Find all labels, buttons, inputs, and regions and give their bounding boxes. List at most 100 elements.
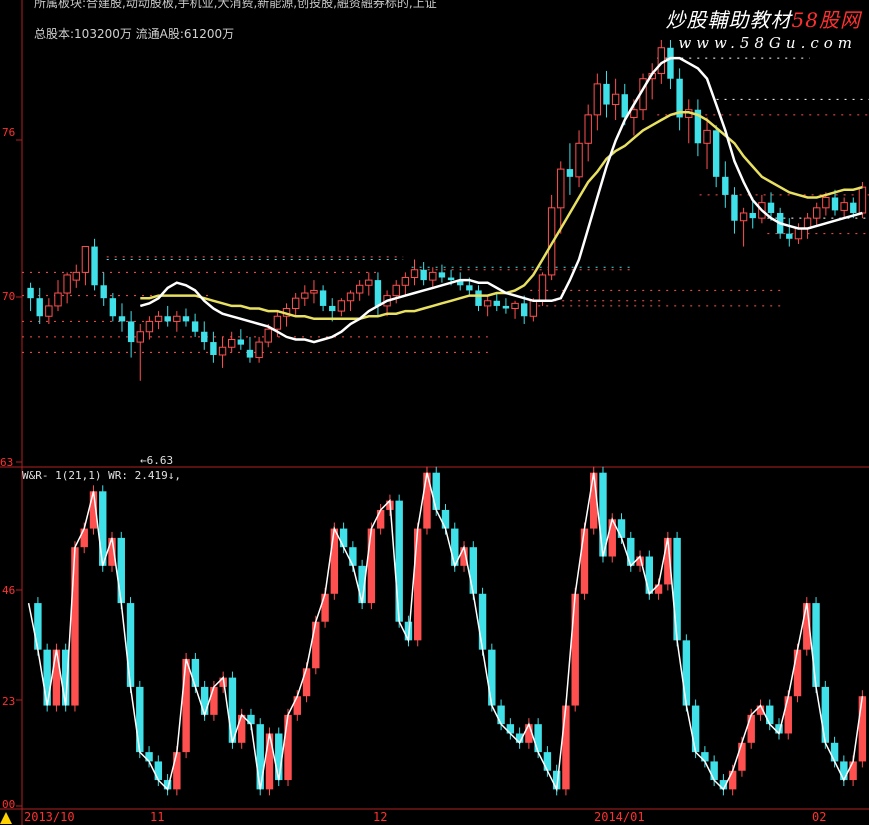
- y-tick-label: 76: [2, 126, 16, 139]
- candle-body: [858, 186, 867, 214]
- candle-body: [521, 303, 528, 317]
- x-tick-label: 02: [812, 810, 827, 824]
- candle-body: [731, 194, 738, 221]
- candle-body: [54, 292, 62, 307]
- wr-tick-label: 00: [2, 798, 16, 811]
- candle-body: [301, 292, 309, 299]
- candle-body: [136, 331, 144, 343]
- candle-body: [584, 114, 592, 144]
- candle-body: [429, 271, 437, 281]
- watermark-url: www.58Gu.com: [678, 34, 857, 52]
- candle-body: [291, 297, 300, 310]
- candle-body: [529, 300, 538, 317]
- candle-body: [191, 321, 199, 332]
- candle-body: [91, 246, 98, 286]
- candle-body: [355, 284, 364, 294]
- candle-body: [667, 47, 674, 79]
- stock-chart-canvas: [0, 0, 869, 825]
- candle-body: [218, 346, 227, 356]
- candle-body: [420, 269, 427, 281]
- candle-body: [392, 284, 400, 297]
- share-capital: 总股本:103200万 流通A股:61200万: [34, 27, 235, 41]
- williams-r-bars: [27, 466, 867, 796]
- candle-body: [255, 341, 263, 359]
- candle-body: [438, 272, 446, 278]
- candle-body: [786, 233, 793, 239]
- candle-body: [329, 305, 336, 312]
- candle-body: [566, 169, 574, 177]
- candle-body: [109, 298, 117, 317]
- candle-body: [840, 202, 848, 211]
- candle-body: [557, 168, 565, 209]
- indicator-title: W&R- 1(21,1) WR: 2.419↓,: [22, 469, 181, 482]
- candle-body: [475, 290, 482, 306]
- candle-body: [310, 289, 318, 294]
- candle-body: [100, 285, 107, 299]
- candle-body: [483, 300, 492, 307]
- candle-body: [145, 320, 154, 333]
- y-tick-label: 63: [0, 456, 14, 469]
- candle-body: [593, 83, 602, 116]
- candle-body: [703, 129, 711, 144]
- wr-tick-label: 23: [2, 695, 16, 708]
- candle-body: [182, 316, 190, 322]
- candle-body: [767, 202, 775, 213]
- candle-body: [850, 202, 857, 213]
- candle-body: [712, 130, 720, 177]
- candle-body: [346, 292, 355, 302]
- candle-body: [154, 315, 163, 322]
- candle-body: [237, 339, 245, 345]
- candle-body: [164, 316, 171, 322]
- candle-body: [822, 196, 830, 209]
- candle-body: [319, 290, 327, 306]
- candle-body: [502, 305, 510, 309]
- candle-body: [538, 274, 547, 302]
- candle-body: [603, 83, 610, 105]
- wr-tick-label: 46: [2, 584, 16, 597]
- candle-body: [511, 302, 519, 310]
- moving-average-lines: [139, 56, 863, 344]
- x-tick-label: 12: [373, 810, 388, 824]
- candle-body: [264, 328, 272, 343]
- chart-frame: [0, 0, 869, 825]
- candle-body: [81, 246, 90, 273]
- price-level-lines: [22, 57, 869, 353]
- candle-body: [337, 300, 346, 312]
- candle-body: [447, 277, 455, 281]
- candle-body: [749, 212, 756, 219]
- watermark-prefix: 炒股輔助教材: [665, 8, 792, 32]
- candle-body: [36, 298, 43, 317]
- candle-body: [575, 142, 583, 178]
- candle-body: [493, 300, 500, 306]
- period-marker-icon: [0, 812, 12, 824]
- ma-fast-line: [139, 56, 863, 344]
- candle-body: [201, 331, 208, 343]
- candle-body: [831, 197, 839, 211]
- candle-body: [813, 207, 821, 219]
- candle-body: [173, 315, 181, 322]
- candle-body: [63, 274, 71, 294]
- candle-body: [273, 315, 282, 330]
- candle-body: [45, 305, 53, 317]
- watermark-brand: 炒股輔助教材58股网: [666, 4, 861, 33]
- candle-body: [401, 277, 410, 286]
- candle-body: [466, 285, 473, 291]
- candle-body: [374, 280, 382, 306]
- candle-body: [118, 316, 126, 322]
- y-tick-label: 70: [2, 290, 16, 303]
- x-tick-label: 2014/01: [594, 810, 645, 824]
- candle-body: [722, 176, 729, 195]
- candle-body: [27, 287, 34, 299]
- candle-body: [630, 109, 638, 118]
- candle-body: [794, 227, 803, 240]
- sector-tags: 所属板块:合建股,动动股板,手机业,大消费,新能源,创投股,融资融券标的,上证: [34, 0, 437, 10]
- candle-body: [246, 349, 254, 358]
- candle-body: [72, 271, 80, 281]
- low-price-marker: ←6.63: [140, 454, 174, 467]
- candle-body: [127, 321, 135, 343]
- candle-body: [210, 342, 217, 355]
- x-tick-label: 2013/10: [24, 810, 75, 824]
- candle-body: [739, 212, 748, 222]
- x-tick-label: 11: [150, 810, 165, 824]
- watermark-suffix: 58股网: [791, 8, 861, 32]
